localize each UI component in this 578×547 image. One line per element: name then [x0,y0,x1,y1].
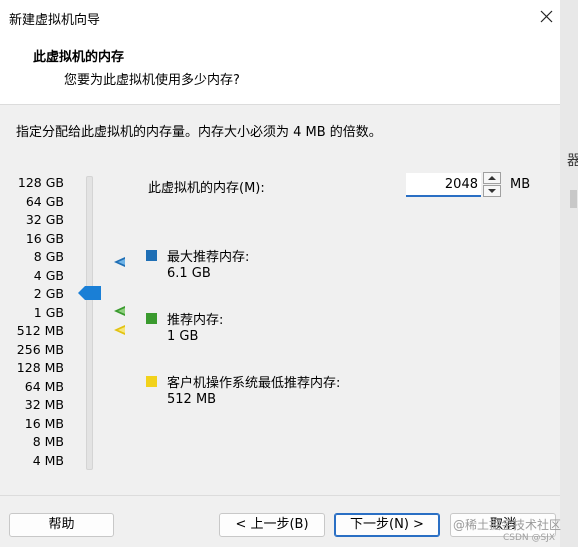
scale-label: 128 MB [16,360,64,375]
scale-label: 8 GB [33,249,64,264]
scale-label: 16 MB [24,415,64,431]
max-recommended-marker-icon [114,256,126,268]
scale-label: 4 GB [33,267,64,283]
memory-label: 此虚拟机的内存(M): [148,181,265,196]
minimum-recommended-value: 512 MB [167,392,217,407]
minimum-recommended-title: 客户机操作系统最低推荐内存: [167,376,341,391]
scale-label: 64 GB [25,193,64,209]
scale-label: 32 MB [24,397,64,412]
scale-label: 2 GB [33,286,64,301]
max-recommended-title: 最大推荐内存: [167,250,250,265]
max-recommended-value: 6.1 GB [167,266,211,281]
spin-up-button[interactable] [483,172,501,184]
background-scrollbar-thumb [570,190,577,208]
recommended-value: 1 GB [167,329,199,344]
title-bar: 新建虚拟机向导 [0,0,560,34]
scale-label: 128 GB [17,175,64,190]
page-subtitle: 您要为此虚拟机使用多少内存? [64,73,240,88]
close-icon[interactable] [533,4,561,30]
recommended-marker-icon [114,305,126,317]
minimum-recommended-swatch-icon [146,376,157,387]
minimum-recommended-marker-icon [114,324,126,336]
recommended-title: 推荐内存: [167,313,224,328]
wizard-header: 此虚拟机的内存 您要为此虚拟机使用多少内存? [0,34,560,105]
max-recommended-swatch-icon [146,250,157,261]
scale-label: 1 GB [33,304,64,320]
spin-down-button[interactable] [483,185,501,197]
memory-slider-track[interactable] [86,176,93,470]
scale-label: 64 MB [24,378,64,394]
page-title: 此虚拟机的内存 [33,50,125,65]
next-button[interactable]: 下一步(N) > [334,513,440,537]
memory-unit: MB [510,177,531,192]
scale-label: 32 GB [25,212,64,227]
footer-divider [0,495,560,496]
memory-input[interactable] [406,173,481,197]
back-button[interactable]: < 上一步(B) [219,513,325,537]
scale-label: 256 MB [16,341,64,357]
watermark-text: @稀土掘金技术社区 [453,518,562,532]
help-button[interactable]: 帮助 [9,513,114,537]
memory-slider-thumb[interactable] [78,286,101,300]
recommended-swatch-icon [146,313,157,324]
watermark-text-small: CSDN @SJX [503,533,556,543]
instruction-text: 指定分配给此虚拟机的内存量。内存大小必须为 4 MB 的倍数。 [16,125,382,140]
window-title: 新建虚拟机向导 [9,13,101,28]
scale-label: 512 MB [16,323,64,338]
background-window-edge [560,0,578,547]
scale-label: 8 MB [32,434,64,449]
scale-label: 4 MB [32,452,64,468]
background-text-fragment: 器 [567,153,578,169]
scale-label: 16 GB [25,230,64,246]
